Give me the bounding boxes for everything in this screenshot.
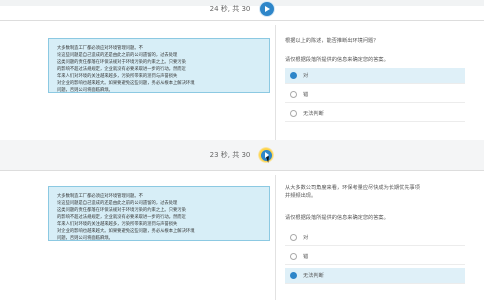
passage-line: 大多数制造工厂都必须应对环境管理问题。不 — [57, 194, 143, 199]
radio-selected-icon[interactable] — [290, 72, 297, 79]
column-divider — [275, 25, 276, 140]
option-false[interactable]: 错 — [285, 249, 465, 265]
column-divider — [275, 175, 276, 300]
option-cannot-say[interactable]: 无法判断 — [285, 268, 465, 284]
passage-line: 对企业的影响也越来越大。如果要避免这些问题，务必从根本上解决环境 — [57, 81, 195, 86]
option-label: 对 — [303, 73, 309, 79]
option-label: 无法判断 — [303, 111, 324, 117]
option-true[interactable]: 对 — [285, 230, 465, 246]
passage-line: 对企业的影响也越来越大。如果要避免这些问题，务必从根本上解决环境 — [57, 229, 195, 234]
divider — [0, 170, 484, 171]
passage-line: 论这些问题是自己造成的还是由此之前的公司遗留的，过去处理 — [57, 53, 178, 58]
passage-line: 的影响不超过法规规定，企业就没有必要采取进一步的行动。然而近 — [57, 215, 186, 220]
question-text: 从大多数公司角度来看，环保考量应尽快成为长期优先事项 并频频出现。 — [285, 184, 435, 200]
passage-line: 这类问题的责任都落在环保法规对于环境污染的约束之上。只要污染 — [57, 208, 186, 213]
option-false[interactable]: 错 — [285, 87, 465, 103]
option-label: 错 — [303, 254, 309, 260]
answer-prompt: 请仅根据段落所提供的信息来确定您的答案。 — [285, 57, 389, 63]
passage-box: 大多数制造工厂都必须应对环境管理问题。不 论这些问题是自己造成的还是由此之前的公… — [48, 38, 270, 93]
timer-bar-top: 24 秒, 共 30 — [0, 0, 484, 18]
option-cannot-say[interactable]: 无法判断 — [285, 106, 465, 122]
next-button[interactable] — [260, 2, 275, 16]
passage-line: 大多数制造工厂都必须应对环境管理问题。不 — [57, 46, 143, 51]
play-icon — [265, 6, 271, 12]
passage-line: 问题，否则公司将面临麻烦。 — [57, 236, 113, 241]
timer-counter: 23 秒, 共 30 — [209, 151, 251, 159]
radio-icon[interactable] — [290, 110, 297, 117]
passage-line: 这类问题的责任都落在环保法规对于环境污染的约束之上。只要污染 — [57, 60, 186, 65]
passage-line: 的影响不超过法规规定，企业就没有必要采取进一步的行动。然而近 — [57, 67, 186, 72]
radio-selected-icon[interactable] — [290, 272, 297, 279]
passage-line: 年来人们对环境的关注越来越多，污染所带来的惩罚与声誉损失 — [57, 74, 178, 79]
passage-line: 论这些问题是自己造成的还是由此之前的公司遗留的，过去处理 — [57, 201, 178, 206]
divider — [0, 20, 484, 21]
timer-bar-mid: 23 秒, 共 30 — [0, 145, 484, 165]
next-button[interactable] — [258, 147, 275, 163]
timer-counter: 24 秒, 共 30 — [209, 5, 251, 13]
option-true[interactable]: 对 — [285, 68, 465, 84]
question-line: 从大多数公司角度来看，环保考量应尽快成为长期优先事项 — [285, 185, 420, 191]
option-label: 无法判断 — [303, 273, 324, 279]
mouse-cursor-icon — [266, 155, 275, 163]
answer-prompt: 请仅根据段落所提供的信息来确定您的答案。 — [285, 215, 389, 221]
radio-icon[interactable] — [290, 234, 297, 241]
question-text: 根据以上的陈述，能否推断出环境问题？ — [285, 38, 379, 44]
option-label: 错 — [303, 92, 309, 98]
radio-icon[interactable] — [290, 91, 297, 98]
radio-icon[interactable] — [290, 253, 297, 260]
question-line: 并频频出现。 — [285, 193, 317, 199]
option-label: 对 — [303, 235, 309, 241]
passage-box: 大多数制造工厂都必须应对环境管理问题。不 论这些问题是自己造成的还是由此之前的公… — [48, 186, 270, 241]
passage-line: 问题，否则公司将面临麻烦。 — [57, 88, 113, 93]
passage-line: 年来人们对环境的关注越来越多，污染所带来的惩罚与声誉损失 — [57, 222, 178, 227]
